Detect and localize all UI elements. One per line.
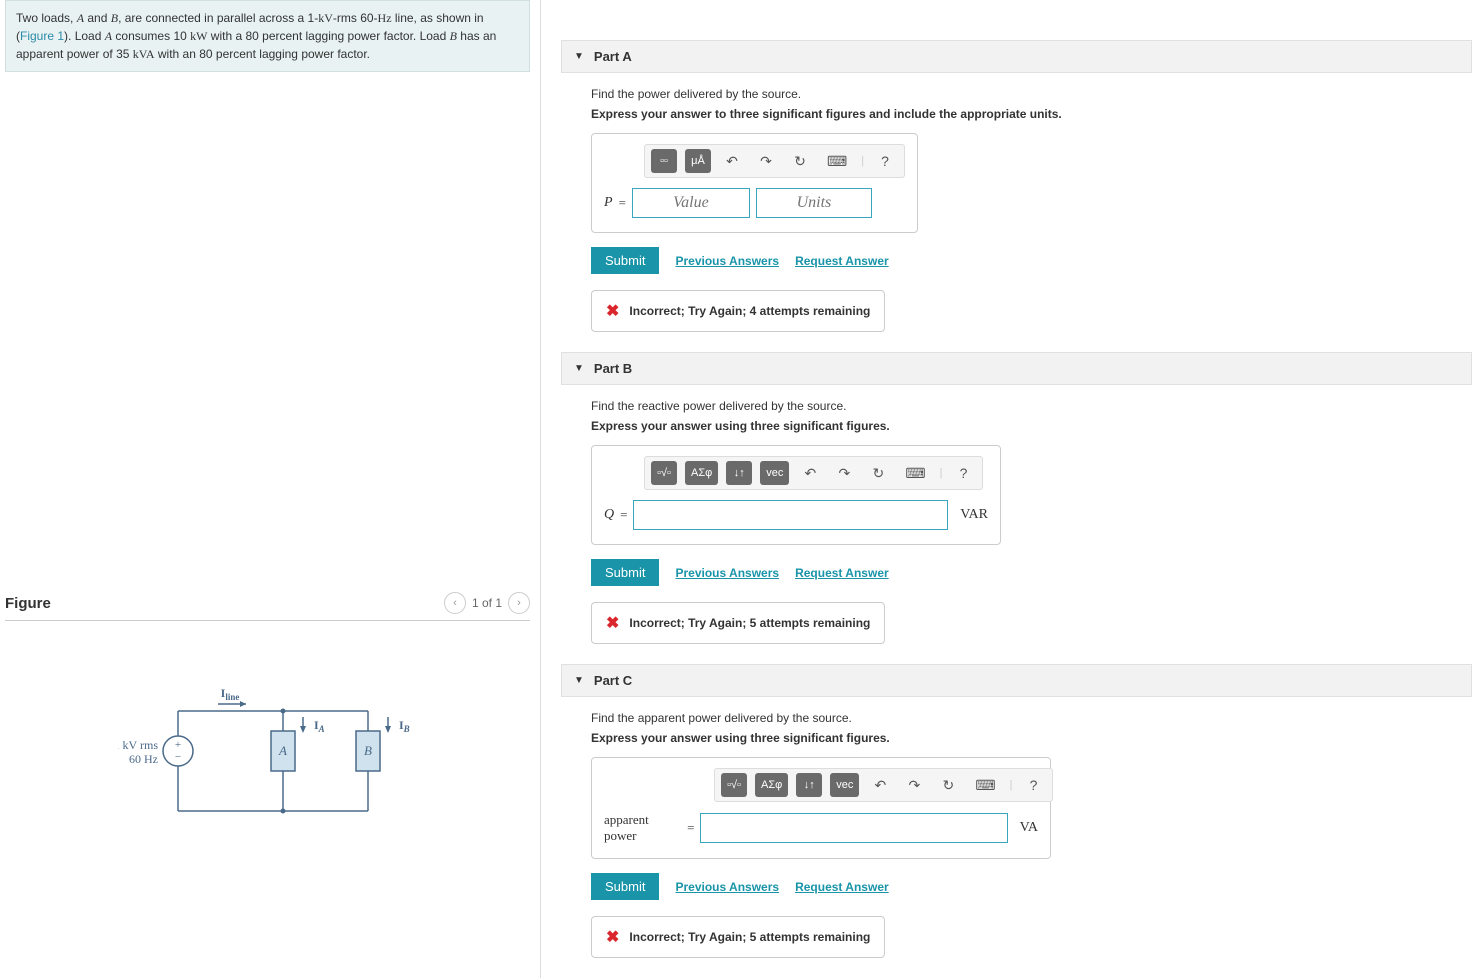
part-a-submit-button[interactable]: Submit — [591, 247, 659, 274]
part-c-feedback: ✖ Incorrect; Try Again; 5 attempts remai… — [591, 916, 885, 958]
part-b-instruction: Find the reactive power delivered by the… — [591, 399, 1472, 413]
incorrect-icon: ✖ — [606, 301, 619, 321]
part-c-previous-answers[interactable]: Previous Answers — [675, 880, 779, 894]
keyboard-icon[interactable]: ⌨ — [899, 461, 931, 485]
undo-icon[interactable]: ↶ — [719, 149, 745, 173]
part-a-answer-box: ▫▫ μÅ ↶ ↷ ↻ ⌨ | ? P = — [591, 133, 918, 233]
svg-text:+: + — [174, 739, 180, 751]
part-b: ▼ Part B Find the reactive power deliver… — [561, 352, 1472, 644]
reset-icon[interactable]: ↻ — [865, 461, 891, 485]
part-c-instruction: Find the apparent power delivered by the… — [591, 711, 1472, 725]
part-b-var: Q — [604, 507, 614, 523]
arrows-button[interactable]: ↓↑ — [796, 773, 822, 797]
help-icon[interactable]: ? — [950, 461, 976, 485]
part-b-answer-box: ▫√▫ ΑΣφ ↓↑ vec ↶ ↷ ↻ ⌨ | ? Q = — [591, 445, 1001, 545]
help-icon[interactable]: ? — [1020, 773, 1046, 797]
part-b-value-input[interactable] — [633, 500, 948, 530]
part-a-feedback-text: Incorrect; Try Again; 4 attempts remaini… — [629, 304, 870, 318]
part-a-format: Express your answer to three significant… — [591, 107, 1472, 121]
part-b-request-answer[interactable]: Request Answer — [795, 566, 889, 580]
part-c-title: Part C — [594, 673, 632, 688]
caret-down-icon: ▼ — [574, 675, 584, 686]
part-a-feedback: ✖ Incorrect; Try Again; 4 attempts remai… — [591, 290, 885, 332]
figure-header: Figure ‹ 1 of 1 › — [5, 592, 530, 621]
undo-icon[interactable]: ↶ — [867, 773, 893, 797]
part-b-unit: VAR — [960, 507, 988, 523]
part-c-submit-button[interactable]: Submit — [591, 873, 659, 900]
keyboard-icon[interactable]: ⌨ — [821, 149, 853, 173]
arrows-button[interactable]: ↓↑ — [726, 461, 752, 485]
part-b-format: Express your answer using three signific… — [591, 419, 1472, 433]
part-a-toolbar: ▫▫ μÅ ↶ ↷ ↻ ⌨ | ? — [644, 144, 905, 178]
part-c: ▼ Part C Find the apparent power deliver… — [561, 664, 1472, 958]
redo-icon[interactable]: ↷ — [831, 461, 857, 485]
vec-button[interactable]: vec — [830, 773, 859, 797]
svg-text:IB: IB — [399, 718, 410, 734]
part-a-value-input[interactable] — [632, 188, 750, 218]
part-b-toolbar: ▫√▫ ΑΣφ ↓↑ vec ↶ ↷ ↻ ⌨ | ? — [644, 456, 983, 490]
template-icon[interactable]: ▫▫ — [651, 149, 677, 173]
svg-text:IA: IA — [314, 718, 325, 734]
part-a-instruction: Find the power delivered by the source. — [591, 87, 1472, 101]
part-c-feedback-text: Incorrect; Try Again; 5 attempts remaini… — [629, 930, 870, 944]
reset-icon[interactable]: ↻ — [787, 149, 813, 173]
part-a-title: Part A — [594, 49, 632, 64]
redo-icon[interactable]: ↷ — [753, 149, 779, 173]
part-b-previous-answers[interactable]: Previous Answers — [675, 566, 779, 580]
part-b-feedback: ✖ Incorrect; Try Again; 5 attempts remai… — [591, 602, 885, 644]
figure-pager: ‹ 1 of 1 › — [444, 592, 530, 614]
part-b-title: Part B — [594, 361, 632, 376]
part-a-request-answer[interactable]: Request Answer — [795, 254, 889, 268]
part-a: ▼ Part A Find the power delivered by the… — [561, 40, 1472, 332]
part-b-feedback-text: Incorrect; Try Again; 5 attempts remaini… — [629, 616, 870, 630]
part-b-submit-button[interactable]: Submit — [591, 559, 659, 586]
sqrt-icon[interactable]: ▫√▫ — [651, 461, 677, 485]
part-c-header[interactable]: ▼ Part C — [561, 664, 1472, 697]
undo-icon[interactable]: ↶ — [797, 461, 823, 485]
part-c-value-input[interactable] — [700, 813, 1007, 843]
part-c-request-answer[interactable]: Request Answer — [795, 880, 889, 894]
figure-next-button[interactable]: › — [508, 592, 530, 614]
part-a-var: P — [604, 195, 613, 211]
load-a: A — [77, 11, 84, 25]
part-a-header[interactable]: ▼ Part A — [561, 40, 1472, 73]
figure-link[interactable]: Figure 1 — [20, 29, 64, 43]
part-c-label: apparent power — [604, 812, 681, 844]
part-c-format: Express your answer using three signific… — [591, 731, 1472, 745]
svg-text:B: B — [364, 743, 372, 758]
svg-text:1 kV rms: 1 kV rms — [118, 738, 158, 752]
circuit-diagram: + − A B Iline IA — [5, 671, 530, 841]
vec-button[interactable]: vec — [760, 461, 789, 485]
caret-down-icon: ▼ — [574, 51, 584, 62]
incorrect-icon: ✖ — [606, 927, 619, 947]
caret-down-icon: ▼ — [574, 363, 584, 374]
svg-text:60 Hz: 60 Hz — [129, 752, 158, 766]
greek-button[interactable]: ΑΣφ — [685, 461, 718, 485]
reset-icon[interactable]: ↻ — [935, 773, 961, 797]
redo-icon[interactable]: ↷ — [901, 773, 927, 797]
figure-title: Figure — [5, 595, 51, 612]
problem-statement: Two loads, A and B, are connected in par… — [5, 0, 530, 72]
svg-text:A: A — [278, 743, 287, 758]
svg-text:Iline: Iline — [220, 686, 239, 702]
load-b: B — [111, 11, 118, 25]
part-b-header[interactable]: ▼ Part B — [561, 352, 1472, 385]
greek-button[interactable]: ΑΣφ — [755, 773, 788, 797]
part-a-units-input[interactable] — [756, 188, 872, 218]
units-button[interactable]: μÅ — [685, 149, 711, 173]
keyboard-icon[interactable]: ⌨ — [969, 773, 1001, 797]
part-c-toolbar: ▫√▫ ΑΣφ ↓↑ vec ↶ ↷ ↻ ⌨ | ? — [714, 768, 1053, 802]
part-a-previous-answers[interactable]: Previous Answers — [675, 254, 779, 268]
part-c-answer-box: ▫√▫ ΑΣφ ↓↑ vec ↶ ↷ ↻ ⌨ | ? apparent powe… — [591, 757, 1051, 859]
help-icon[interactable]: ? — [872, 149, 898, 173]
sqrt-icon[interactable]: ▫√▫ — [721, 773, 747, 797]
part-c-unit: VA — [1020, 820, 1038, 836]
problem-text: Two loads, — [16, 11, 77, 25]
figure-pager-text: 1 of 1 — [472, 596, 502, 610]
figure-prev-button[interactable]: ‹ — [444, 592, 466, 614]
svg-text:−: − — [174, 751, 180, 763]
incorrect-icon: ✖ — [606, 613, 619, 633]
